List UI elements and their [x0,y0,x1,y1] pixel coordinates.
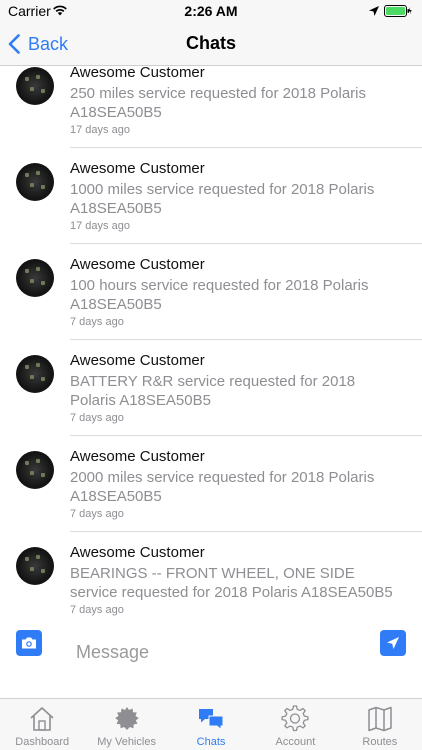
tab-label: My Vehicles [97,736,156,748]
chat-row[interactable]: Awesome Customer 100 hours service reque… [0,244,422,340]
chat-message-preview: BATTERY R&R service requested for 2018 P… [70,373,356,409]
settings-gear-icon [281,705,309,732]
avatar [16,163,54,201]
tab-chats[interactable]: Chats [169,699,253,750]
tab-label: Dashboard [15,736,70,748]
send-button[interactable] [380,630,406,656]
avatar [16,355,54,393]
tab-account[interactable]: Account [253,699,337,750]
map-icon [368,706,392,732]
avatar [16,451,54,489]
status-bar: Carrier 2:26 AM [0,0,422,22]
chat-message-preview: 2000 miles service requested for 2018 Po… [70,469,375,505]
chat-sender-name: Awesome Customer [70,256,205,273]
navigation-bar: Back Chats [0,22,422,66]
chat-timestamp: 7 days ago [70,412,124,424]
chat-row[interactable]: Awesome Customer 2000 miles service requ… [0,436,422,532]
chat-sender-name: Awesome Customer [70,66,205,81]
tab-my-vehicles[interactable]: My Vehicles [84,699,168,750]
battery-icon [384,5,412,17]
gear-badge-icon [114,707,139,730]
tab-routes[interactable]: Routes [338,699,422,750]
chat-timestamp: 7 days ago [70,316,124,328]
chat-timestamp: 17 days ago [70,124,130,136]
tab-label: Chats [196,736,226,748]
tab-label: Account [275,736,316,748]
chat-bubbles-icon [199,709,224,731]
chat-message-preview: 1000 miles service requested for 2018 Po… [70,181,375,217]
chat-row[interactable]: Awesome Customer BEARINGS -- FRONT WHEEL… [0,532,422,622]
chat-message-preview: 250 miles service requested for 2018 Pol… [70,85,366,121]
avatar [16,547,54,585]
tab-bar: Dashboard My Vehicles Chats Account Rout… [0,698,422,750]
status-time: 2:26 AM [184,3,238,19]
location-arrow-icon [369,6,379,16]
chat-list[interactable]: Awesome Customer 250 miles service reque… [0,66,422,622]
camera-button[interactable] [16,630,42,656]
tab-dashboard[interactable]: Dashboard [0,699,84,750]
chat-message-preview: BEARINGS -- FRONT WHEEL, ONE SIDE servic… [70,565,393,601]
chat-timestamp: 17 days ago [70,220,130,232]
avatar [16,67,54,105]
chat-sender-name: Awesome Customer [70,352,205,369]
message-composer [0,622,422,698]
chat-row[interactable]: Awesome Customer 250 miles service reque… [0,66,422,148]
chat-sender-name: Awesome Customer [70,448,205,465]
message-input[interactable] [68,634,368,670]
chat-sender-name: Awesome Customer [70,160,205,177]
tab-label: Routes [362,736,398,748]
house-icon [30,707,54,731]
avatar [16,259,54,297]
chat-row[interactable]: Awesome Customer BATTERY R&R service req… [0,340,422,436]
chat-sender-name: Awesome Customer [70,544,205,561]
chat-row[interactable]: Awesome Customer 1000 miles service requ… [0,148,422,244]
page-title: Chats [185,33,236,53]
chat-message-preview: 100 hours service requested for 2018 Pol… [70,277,369,313]
chat-timestamp: 7 days ago [70,604,124,616]
chat-timestamp: 7 days ago [70,508,124,520]
send-arrow-icon [387,637,399,649]
camera-icon [22,637,36,649]
